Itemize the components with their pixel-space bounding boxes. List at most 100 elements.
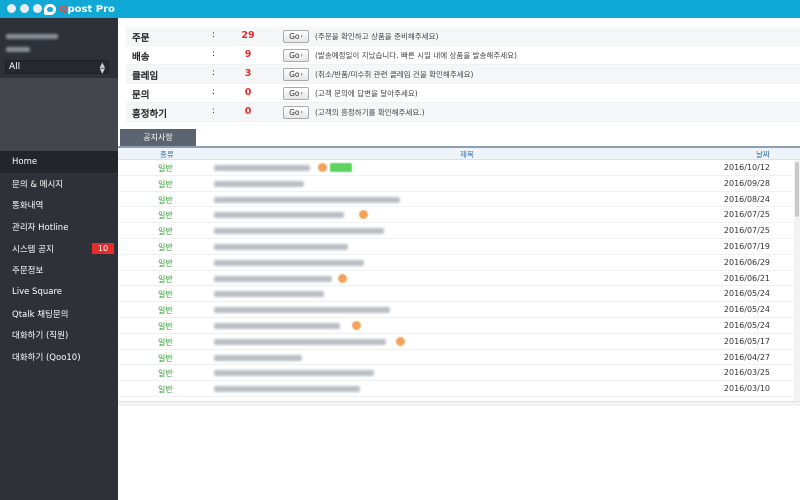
notice-row[interactable]: 일반 2016/06/21 (118, 271, 794, 287)
new-badge-icon (330, 163, 352, 172)
go-button[interactable]: Go › (283, 49, 309, 62)
sidebar-item[interactable]: 관리자 Hotline (0, 216, 118, 238)
summary-colon: : (212, 87, 216, 97)
notice-date: 2016/10/12 (723, 163, 770, 172)
notice-date: 2016/04/27 (723, 352, 770, 362)
sidebar-item[interactable]: Qtalk 채팅문의 (0, 303, 118, 325)
sidebar-item[interactable]: Live Square (0, 281, 118, 303)
blurred-notice-title[interactable] (214, 307, 390, 314)
notice-row[interactable]: 일반 2016/05/17 (118, 334, 794, 350)
summary-row: 클레임:3 Go › (취소/반품/미수취 관련 클레임 건을 확인해주세요) (126, 65, 800, 84)
notice-date: 2016/07/25 (723, 210, 770, 220)
sidebar-item-label: 주문정보 (12, 266, 44, 277)
brand-name: post Pro (67, 3, 115, 15)
store-select[interactable]: All ▲ ▼ (5, 60, 109, 75)
go-label: Go (289, 89, 300, 98)
sidebar-item-label: 관리자 Hotline (12, 222, 69, 233)
notice-row[interactable]: 일반 2016/05/24 (118, 302, 794, 318)
notice-category: 일반 (158, 211, 173, 221)
blurred-notice-title[interactable] (214, 370, 374, 377)
notice-date: 2016/03/25 (723, 368, 770, 378)
summary-count[interactable]: 0 (226, 106, 270, 117)
sidebar-item[interactable]: 주문정보 (0, 259, 118, 281)
notice-category: 일반 (158, 179, 173, 189)
sidebar-item-label: 대화하기 (Qoo10) (12, 353, 81, 364)
go-button[interactable]: Go › (283, 30, 309, 43)
window-minimize-button[interactable] (20, 4, 29, 13)
sidebar-spacer (0, 78, 118, 151)
blurred-notice-title[interactable] (214, 212, 344, 219)
blurred-user-name (6, 34, 58, 39)
order-summary: 주문:29 Go › (주문을 확인하고 상품을 준비해주세요) 배송:9 Go › (발송예… (126, 27, 800, 122)
sidebar-item[interactable]: 대화하기 (Qoo10) (0, 346, 118, 368)
blurred-notice-title[interactable] (214, 338, 386, 345)
chevron-right-icon: › (300, 52, 303, 59)
blurred-notice-title[interactable] (214, 243, 348, 250)
blurred-notice-title[interactable] (214, 165, 310, 171)
notice-row[interactable]: 일반 2016/07/25 (118, 223, 794, 239)
notice-category: 일반 (158, 274, 173, 284)
vertical-scrollbar[interactable] (794, 160, 800, 401)
blurred-notice-title[interactable] (214, 180, 304, 187)
summary-label: 클레임 (132, 71, 159, 82)
summary-count[interactable]: 29 (226, 30, 270, 41)
chevron-right-icon: › (300, 109, 303, 116)
tab-notices[interactable]: 공지사항 (120, 129, 196, 146)
notice-row[interactable]: 일반 2016/03/25 (118, 365, 794, 382)
attachment-icon (338, 273, 347, 283)
notice-category: 일반 (158, 242, 173, 252)
summary-description: (주문을 확인하고 상품을 준비해주세요) (315, 32, 439, 41)
summary-count[interactable]: 9 (226, 49, 270, 60)
blurred-notice-title[interactable] (214, 386, 360, 393)
blurred-notice-title[interactable] (214, 228, 384, 235)
notice-row[interactable]: 일반 2016/06/29 (118, 255, 794, 271)
sidebar-item[interactable]: Home (0, 151, 118, 173)
blurred-notice-title[interactable] (214, 275, 332, 282)
notice-row[interactable]: 일반 2016/03/10 (118, 381, 794, 397)
go-button[interactable]: Go › (283, 106, 309, 119)
summary-row: 흥정하기:0 Go › (고객의 흥정하기를 확인해주세요.) (126, 103, 800, 122)
notice-row[interactable]: 일반 2016/10/12 (118, 160, 794, 176)
scroll-thumb[interactable] (795, 162, 799, 217)
header-date: 날짜 (756, 150, 770, 159)
notice-date: 2016/05/24 (723, 305, 770, 315)
summary-colon: : (212, 49, 216, 59)
notice-category: 일반 (158, 290, 173, 300)
blurred-notice-title[interactable] (214, 291, 324, 298)
attachment-icon (352, 320, 361, 330)
blurred-notice-title[interactable] (214, 196, 400, 203)
window-zoom-button[interactable] (33, 4, 42, 13)
blurred-notice-title[interactable] (214, 322, 340, 329)
go-label: Go (289, 51, 300, 60)
updown-arrows-icon: ▲ ▼ (99, 61, 105, 75)
summary-label: 흥정하기 (132, 109, 167, 120)
sidebar-item[interactable]: 통화내역 (0, 194, 118, 216)
summary-count[interactable]: 0 (226, 87, 270, 98)
sidebar-item[interactable]: 시스템 공지 10 (0, 238, 118, 260)
notice-row[interactable]: 일반 2016/04/27 (118, 350, 794, 366)
notice-category: 일반 (158, 306, 173, 316)
blurred-notice-title[interactable] (214, 354, 302, 361)
notice-row[interactable]: 일반 2016/08/24 (118, 192, 794, 208)
notice-date: 2016/07/19 (723, 241, 770, 251)
notice-date: 2016/07/25 (723, 226, 770, 236)
sidebar-item[interactable]: 대화하기 (직원) (0, 325, 118, 347)
notice-row[interactable]: 일반 2016/07/19 (118, 239, 794, 255)
attachment-icon (318, 163, 327, 172)
notice-row[interactable]: 일반 2016/09/28 (118, 176, 794, 192)
sidebar-item[interactable]: 문의 & 메시지 (0, 173, 118, 195)
go-button[interactable]: Go › (283, 87, 309, 100)
go-button[interactable]: Go › (283, 68, 309, 81)
title-bar: Qpost Pro (0, 0, 800, 18)
notice-category: 일반 (158, 321, 173, 331)
summary-count[interactable]: 3 (226, 68, 270, 79)
notice-row[interactable]: 일반 2016/05/24 (118, 286, 794, 303)
blurred-notice-title[interactable] (214, 259, 364, 266)
notice-row[interactable]: 일반 2016/05/24 (118, 318, 794, 334)
notice-category: 일반 (158, 385, 173, 395)
notice-category: 일반 (158, 164, 173, 173)
notice-row[interactable]: 일반 2016/07/25 (118, 207, 794, 224)
go-label: Go (289, 108, 300, 117)
summary-description: (고객 문의에 답변을 달아주세요) (315, 89, 418, 98)
window-close-button[interactable] (7, 4, 16, 13)
